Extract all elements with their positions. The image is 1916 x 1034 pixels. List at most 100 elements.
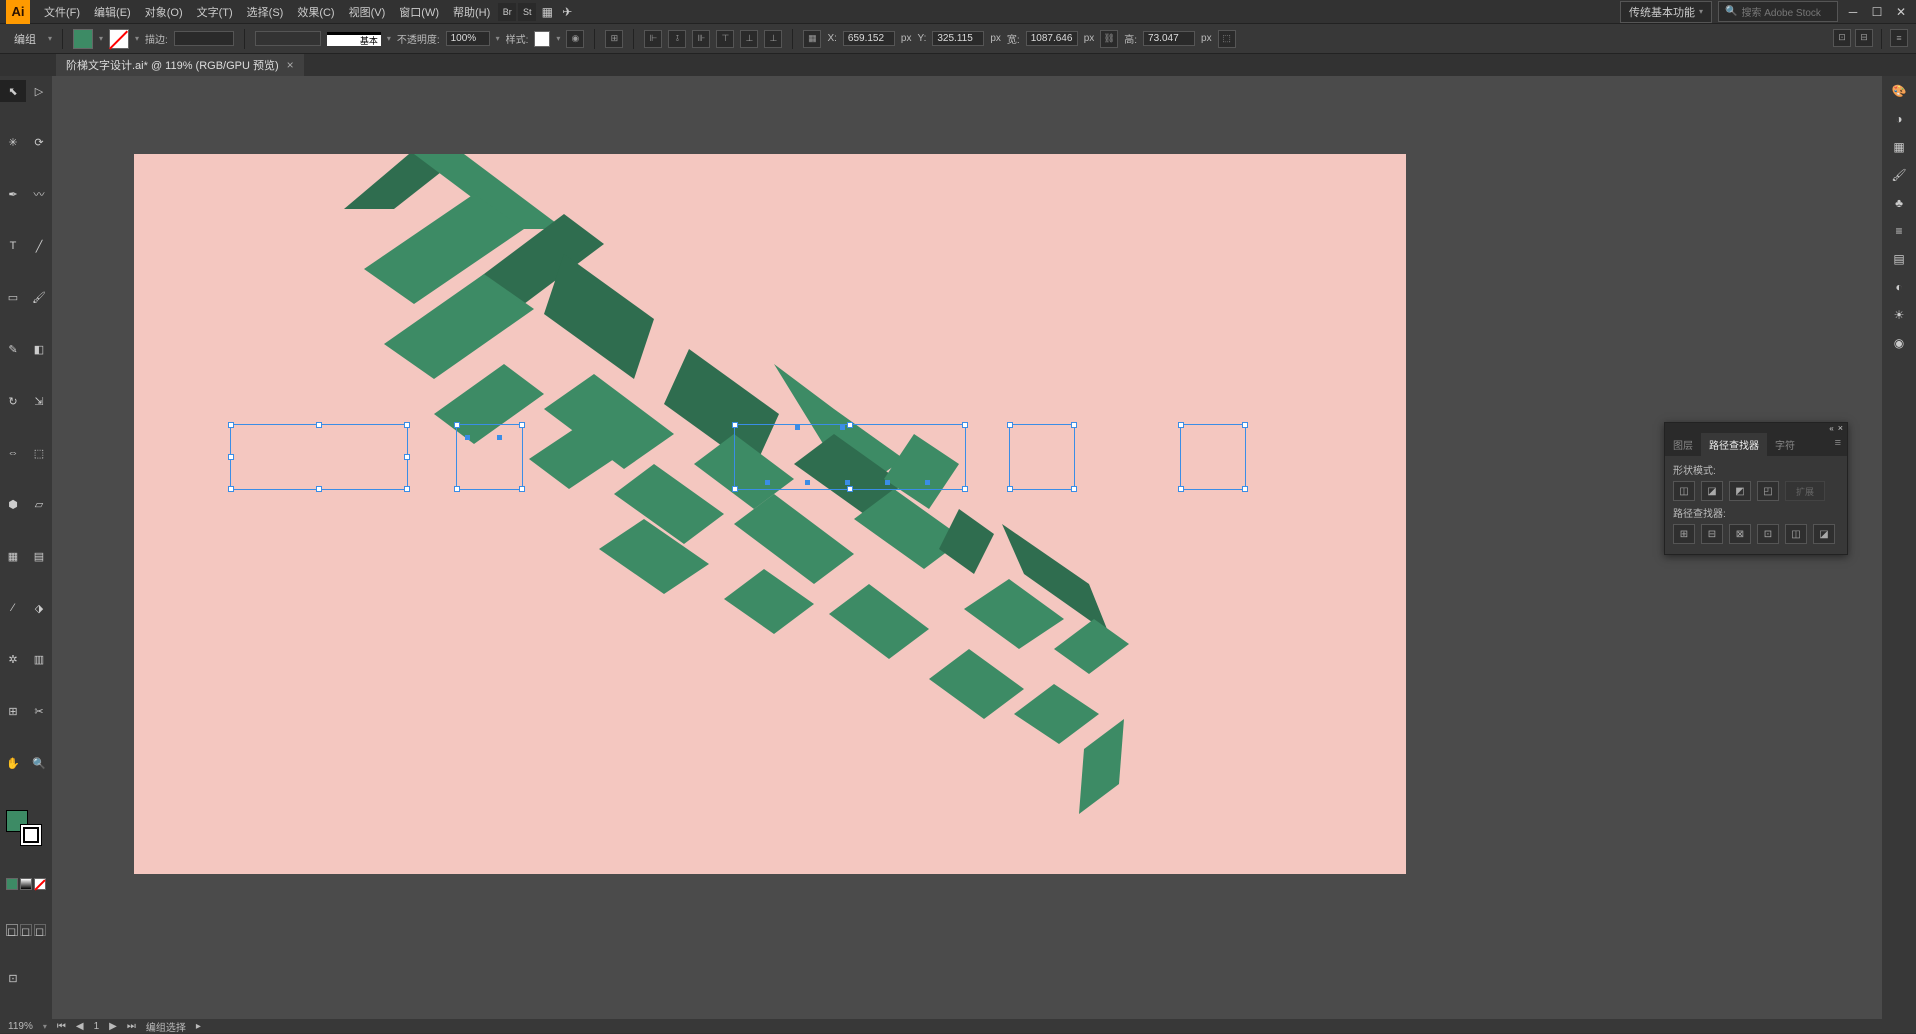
color-mode-icon[interactable] (6, 878, 18, 890)
panel-collapse-icon[interactable]: « (1829, 424, 1833, 433)
appearance-panel-icon[interactable]: ☀ (1890, 306, 1908, 324)
artboard-nav-first-icon[interactable]: ⏮ (57, 1021, 66, 1032)
fill-swatch[interactable] (73, 29, 93, 49)
var-width-profile[interactable] (255, 31, 321, 46)
chevron-down-icon[interactable]: ▾ (556, 34, 560, 43)
eraser-tool[interactable]: ◧ (26, 339, 52, 361)
brush-def[interactable]: 基本 (327, 32, 381, 46)
panel-menu-icon[interactable]: ≡ (1890, 29, 1908, 47)
unite-button[interactable]: ◫ (1673, 481, 1695, 501)
gradient-mode-icon[interactable] (20, 878, 32, 890)
shaper-tool[interactable]: ✎ (0, 339, 26, 361)
opacity-input[interactable] (446, 31, 490, 46)
zoom-tool[interactable]: 🔍 (26, 752, 52, 774)
panel-close-icon[interactable]: × (1838, 423, 1843, 433)
symbol-sprayer-tool[interactable]: ✲ (0, 649, 26, 671)
screen-mode-tool[interactable]: ⊡ (0, 967, 26, 989)
menu-item[interactable]: 编辑(E) (88, 1, 137, 23)
shape-builder-tool[interactable]: ⬢ (0, 494, 26, 516)
recolor-icon[interactable]: ◉ (566, 30, 584, 48)
free-transform-tool[interactable]: ⬚ (26, 442, 52, 464)
line-tool[interactable]: ╱ (26, 235, 52, 257)
menu-item[interactable]: 窗口(W) (393, 1, 445, 23)
isolate-mode-icon[interactable]: ⊡ (1833, 29, 1851, 47)
tab-layers[interactable]: 图层 (1665, 433, 1701, 456)
eyedropper-tool[interactable]: ⁄ (0, 597, 26, 619)
direct-selection-tool[interactable]: ▷ (26, 80, 52, 102)
trim-button[interactable]: ⊟ (1701, 524, 1723, 544)
menu-item[interactable]: 对象(O) (139, 1, 189, 23)
close-icon[interactable]: ✕ (1892, 3, 1910, 21)
rotate-tool[interactable]: ↻ (0, 390, 26, 412)
document-tab[interactable]: 阶梯文字设计.ai* @ 119% (RGB/GPU 预览) × (56, 54, 304, 76)
selection-box[interactable] (1180, 424, 1246, 490)
search-stock-input[interactable]: 🔍 搜索 Adobe Stock (1718, 1, 1838, 22)
align-bottom-icon[interactable]: ⊥ (764, 30, 782, 48)
draw-inside-icon[interactable]: ◻ (34, 924, 46, 936)
slice-tool[interactable]: ✂ (26, 701, 52, 723)
selection-box[interactable] (230, 424, 408, 490)
exclude-button[interactable]: ◰ (1757, 481, 1779, 501)
workspace-switcher[interactable]: 传统基本功能 ▾ (1620, 1, 1712, 23)
chevron-down-icon[interactable]: ▾ (43, 1022, 47, 1031)
selection-box[interactable] (456, 424, 523, 490)
gradient-tool[interactable]: ▤ (26, 545, 52, 567)
status-menu-icon[interactable]: ▸ (196, 1021, 201, 1032)
outline-button[interactable]: ◫ (1785, 524, 1807, 544)
stroke-panel-icon[interactable]: ≡ (1890, 222, 1908, 240)
link-wh-icon[interactable]: ⛓ (1100, 30, 1118, 48)
artboard-nav-next-icon[interactable]: ▶ (109, 1021, 117, 1032)
type-tool[interactable]: T (0, 235, 26, 257)
zoom-level[interactable]: 119% (8, 1021, 33, 1032)
maximize-icon[interactable]: ☐ (1868, 3, 1886, 21)
divide-button[interactable]: ⊞ (1673, 524, 1695, 544)
align-top-icon[interactable]: ⊤ (716, 30, 734, 48)
transform-ref-icon[interactable]: ▦ (803, 30, 821, 48)
artboard-nav-prev-icon[interactable]: ◀ (76, 1021, 84, 1032)
artboard-nav-last-icon[interactable]: ⏭ (127, 1021, 136, 1032)
align-right-icon[interactable]: ⊪ (692, 30, 710, 48)
chevron-down-icon[interactable]: ▾ (387, 34, 391, 43)
draw-behind-icon[interactable]: ◻ (20, 924, 32, 936)
x-input[interactable] (843, 31, 895, 46)
h-input[interactable] (1143, 31, 1195, 46)
stroke-weight-input[interactable] (174, 31, 234, 46)
mesh-tool[interactable]: ▦ (0, 545, 26, 567)
draw-normal-icon[interactable]: ◻ (6, 924, 18, 936)
blend-tool[interactable]: ⬗ (26, 597, 52, 619)
hand-tool[interactable]: ✋ (0, 752, 26, 774)
canvas[interactable]: « × 图层 路径查找器 字符 ≡ 形状模式: ◫ ◪ ◩ ◰ 扩展 路径查找器… (52, 76, 1882, 1019)
symbols-panel-icon[interactable]: ♣ (1890, 194, 1908, 212)
align-center-h-icon[interactable]: ⫱ (668, 30, 686, 48)
selection-tool[interactable]: ⬉ (0, 80, 26, 102)
gpu-icon[interactable]: ✈ (558, 3, 576, 21)
chevron-down-icon[interactable]: ▾ (496, 34, 500, 43)
none-mode-icon[interactable] (34, 878, 46, 890)
crop-button[interactable]: ⊡ (1757, 524, 1779, 544)
selection-box[interactable] (734, 424, 966, 490)
intersect-button[interactable]: ◩ (1729, 481, 1751, 501)
artboard-number[interactable]: 1 (94, 1021, 100, 1032)
shape-props-icon[interactable]: ⬚ (1218, 30, 1236, 48)
align-to-pixel-icon[interactable]: ⊞ (605, 30, 623, 48)
chevron-down-icon[interactable]: ▾ (99, 34, 103, 43)
edit-clip-icon[interactable]: ⊟ (1855, 29, 1873, 47)
pen-tool[interactable]: ✒ (0, 183, 26, 205)
selection-box[interactable] (1009, 424, 1075, 490)
gradient-panel-icon[interactable]: ▤ (1890, 250, 1908, 268)
close-tab-icon[interactable]: × (287, 58, 294, 72)
width-tool[interactable]: ⇔ (0, 442, 26, 464)
tab-pathfinder[interactable]: 路径查找器 (1701, 433, 1767, 456)
minimize-icon[interactable]: ─ (1844, 3, 1862, 21)
menu-item[interactable]: 选择(S) (241, 1, 290, 23)
swatches-panel-icon[interactable]: ▦ (1890, 138, 1908, 156)
artboard-tool[interactable]: ⊞ (0, 701, 26, 723)
tab-character[interactable]: 字符 (1767, 433, 1803, 456)
bridge-icon[interactable]: Br (498, 3, 516, 21)
pathfinder-panel[interactable]: « × 图层 路径查找器 字符 ≡ 形状模式: ◫ ◪ ◩ ◰ 扩展 路径查找器… (1664, 422, 1848, 555)
artboard[interactable] (134, 154, 1406, 874)
fill-stroke-control[interactable] (6, 810, 42, 846)
menu-item[interactable]: 文件(F) (38, 1, 86, 23)
chevron-down-icon[interactable]: ▾ (135, 34, 139, 43)
curvature-tool[interactable]: 〰 (26, 183, 52, 205)
